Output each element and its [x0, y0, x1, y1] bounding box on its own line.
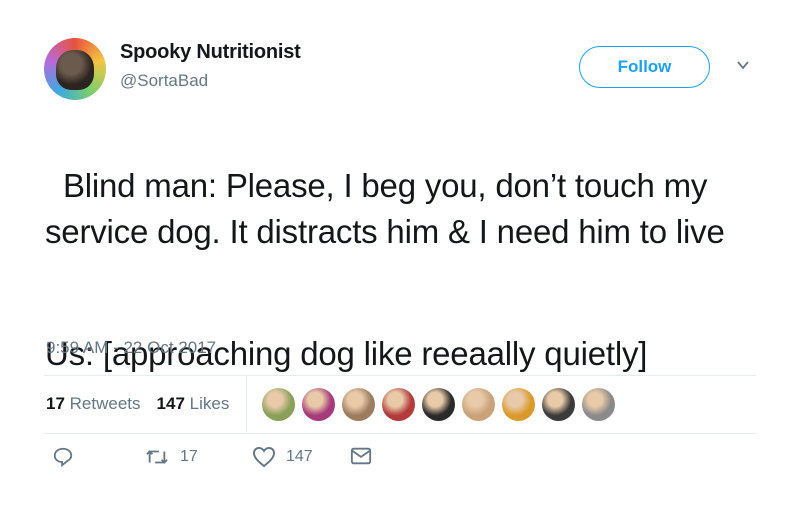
- follow-button[interactable]: Follow: [579, 46, 710, 88]
- chevron-down-icon[interactable]: [736, 58, 750, 72]
- envelope-icon: [350, 447, 372, 465]
- retweet-count: 17: [180, 448, 198, 465]
- divider: [44, 433, 756, 434]
- liker-avatar[interactable]: [542, 388, 575, 421]
- liker-avatar[interactable]: [462, 388, 495, 421]
- liker-avatar[interactable]: [502, 388, 535, 421]
- like-button[interactable]: 147: [252, 446, 313, 468]
- like-count: 147: [286, 448, 313, 465]
- likes-stat[interactable]: 147 Likes: [157, 394, 230, 414]
- liker-avatar[interactable]: [262, 388, 295, 421]
- reply-icon: [53, 447, 73, 468]
- tweet-timestamp[interactable]: 9:59 AM - 22 Oct 2017: [46, 338, 216, 358]
- tweet-stats: 17 Retweets 147 Likes: [46, 394, 229, 414]
- liker-avatars: [262, 388, 615, 421]
- divider: [44, 375, 756, 376]
- tweet-text: Blind man: Please, I beg you, don’t touc…: [45, 117, 765, 423]
- liker-avatar[interactable]: [342, 388, 375, 421]
- tweet-paragraph-1: Blind man: Please, I beg you, don’t touc…: [45, 167, 725, 250]
- author-name[interactable]: Spooky Nutritionist: [120, 41, 301, 64]
- author-avatar[interactable]: [44, 38, 106, 100]
- liker-avatar[interactable]: [302, 388, 335, 421]
- retweets-stat[interactable]: 17 Retweets: [46, 394, 141, 414]
- heart-icon: [252, 446, 276, 468]
- liker-avatar[interactable]: [382, 388, 415, 421]
- reply-button[interactable]: [52, 446, 74, 468]
- message-button[interactable]: [350, 446, 372, 466]
- retweet-button[interactable]: 17: [144, 446, 198, 468]
- author-handle[interactable]: @SortaBad: [120, 71, 208, 91]
- retweet-icon: [146, 450, 168, 464]
- liker-avatar[interactable]: [582, 388, 615, 421]
- stats-separator: [246, 376, 247, 432]
- liker-avatar[interactable]: [422, 388, 455, 421]
